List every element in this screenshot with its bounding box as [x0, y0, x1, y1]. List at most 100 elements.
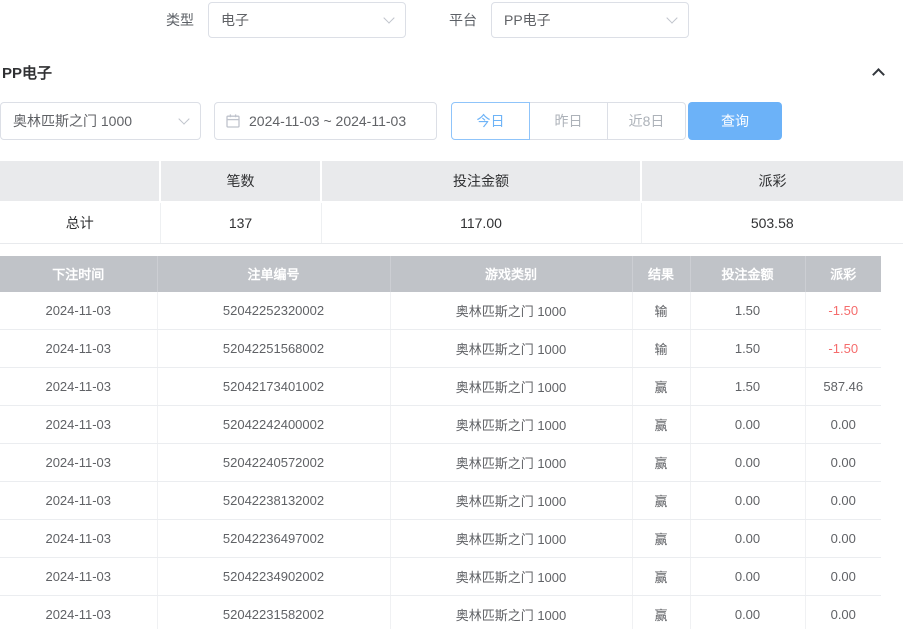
game-select-value: 奥林匹斯之门 1000	[13, 111, 132, 131]
cell-order-no: 52042234902002	[157, 558, 390, 596]
cell-bet-time: 2024-11-03	[0, 406, 157, 444]
cell-bet-amount: 0.00	[690, 406, 805, 444]
chevron-down-icon	[383, 12, 394, 23]
table-row: 2024-11-0352042252320002奥林匹斯之门 1000输1.50…	[0, 292, 881, 330]
cell-bet-amount: 0.00	[690, 482, 805, 520]
header-result: 结果	[632, 256, 690, 292]
bet-table-body: 2024-11-0352042252320002奥林匹斯之门 1000输1.50…	[0, 292, 881, 629]
cell-bet-time: 2024-11-03	[0, 330, 157, 368]
cell-bet-amount: 0.00	[690, 444, 805, 482]
summary-header-row: 笔数 投注金额 派彩	[0, 161, 903, 202]
summary-header-payout: 派彩	[641, 161, 903, 202]
cell-payout: 587.46	[805, 368, 881, 406]
summary-total-label: 总计	[0, 202, 160, 243]
header-game-category: 游戏类别	[390, 256, 632, 292]
summary-header-count: 笔数	[160, 161, 321, 202]
type-label: 类型	[166, 10, 194, 30]
cell-payout: 0.00	[805, 558, 881, 596]
chevron-down-icon	[666, 12, 677, 23]
quick-button-today[interactable]: 今日	[451, 102, 530, 140]
cell-payout: -1.50	[805, 292, 881, 330]
type-select-value: 电子	[221, 10, 249, 30]
cell-payout: 0.00	[805, 444, 881, 482]
cell-bet-time: 2024-11-03	[0, 596, 157, 629]
cell-result: 输	[632, 292, 690, 330]
cell-order-no: 52042240572002	[157, 444, 390, 482]
cell-order-no: 52042242400002	[157, 406, 390, 444]
query-bar: 奥林匹斯之门 1000 2024-11-03 ~ 2024-11-03 今日昨日…	[0, 102, 903, 140]
platform-select[interactable]: PP电子	[491, 2, 689, 38]
bet-table: 下注时间 注单编号 游戏类别 结果 投注金额 派彩 2024-11-035204…	[0, 256, 881, 629]
cell-game-category: 奥林匹斯之门 1000	[390, 482, 632, 520]
table-row: 2024-11-0352042238132002奥林匹斯之门 1000赢0.00…	[0, 482, 881, 520]
header-payout: 派彩	[805, 256, 881, 292]
cell-order-no: 52042236497002	[157, 520, 390, 558]
type-select[interactable]: 电子	[208, 2, 406, 38]
cell-bet-time: 2024-11-03	[0, 368, 157, 406]
cell-bet-time: 2024-11-03	[0, 292, 157, 330]
cell-payout: -1.50	[805, 330, 881, 368]
search-button[interactable]: 查询	[688, 102, 782, 140]
date-range-picker[interactable]: 2024-11-03 ~ 2024-11-03	[214, 102, 437, 140]
cell-payout: 0.00	[805, 406, 881, 444]
header-bet-amount: 投注金额	[690, 256, 805, 292]
cell-result: 赢	[632, 368, 690, 406]
cell-game-category: 奥林匹斯之门 1000	[390, 368, 632, 406]
cell-order-no: 52042231582002	[157, 596, 390, 629]
table-row: 2024-11-0352042234902002奥林匹斯之门 1000赢0.00…	[0, 558, 881, 596]
collapse-chevron-up-icon[interactable]	[872, 68, 885, 81]
cell-game-category: 奥林匹斯之门 1000	[390, 520, 632, 558]
quick-button-last8days[interactable]: 近8日	[607, 102, 686, 140]
table-row: 2024-11-0352042251568002奥林匹斯之门 1000输1.50…	[0, 330, 881, 368]
summary-total-row: 总计 137 117.00 503.58	[0, 202, 903, 243]
summary-header-bet-amount: 投注金额	[321, 161, 641, 202]
cell-payout: 0.00	[805, 520, 881, 558]
quick-button-yesterday[interactable]: 昨日	[529, 102, 608, 140]
header-bet-time: 下注时间	[0, 256, 157, 292]
cell-result: 赢	[632, 482, 690, 520]
cell-result: 赢	[632, 406, 690, 444]
cell-bet-amount: 1.50	[690, 292, 805, 330]
cell-game-category: 奥林匹斯之门 1000	[390, 596, 632, 629]
section-title: PP电子	[2, 62, 52, 83]
top-filter-row: 类型 电子 平台 PP电子	[0, 0, 903, 39]
cell-bet-time: 2024-11-03	[0, 482, 157, 520]
cell-bet-time: 2024-11-03	[0, 444, 157, 482]
table-row: 2024-11-0352042231582002奥林匹斯之门 1000赢0.00…	[0, 596, 881, 629]
table-row: 2024-11-0352042242400002奥林匹斯之门 1000赢0.00…	[0, 406, 881, 444]
summary-table: 笔数 投注金额 派彩 总计 137 117.00 503.58	[0, 161, 903, 244]
cell-game-category: 奥林匹斯之门 1000	[390, 558, 632, 596]
cell-order-no: 52042173401002	[157, 368, 390, 406]
header-order-no: 注单编号	[157, 256, 390, 292]
cell-bet-amount: 0.00	[690, 558, 805, 596]
cell-order-no: 52042252320002	[157, 292, 390, 330]
cell-bet-amount: 0.00	[690, 520, 805, 558]
summary-total-bet-amount: 117.00	[321, 202, 641, 243]
summary-header-empty	[0, 161, 160, 202]
platform-label: 平台	[449, 10, 477, 30]
platform-select-value: PP电子	[504, 10, 551, 30]
cell-game-category: 奥林匹斯之门 1000	[390, 406, 632, 444]
section-header: PP电子	[0, 63, 903, 81]
cell-order-no: 52042238132002	[157, 482, 390, 520]
game-select[interactable]: 奥林匹斯之门 1000	[0, 102, 201, 140]
cell-result: 输	[632, 330, 690, 368]
cell-game-category: 奥林匹斯之门 1000	[390, 330, 632, 368]
cell-result: 赢	[632, 444, 690, 482]
table-row: 2024-11-0352042173401002奥林匹斯之门 1000赢1.50…	[0, 368, 881, 406]
cell-bet-amount: 1.50	[690, 330, 805, 368]
cell-bet-amount: 1.50	[690, 368, 805, 406]
bet-table-header-row: 下注时间 注单编号 游戏类别 结果 投注金额 派彩	[0, 256, 881, 292]
cell-result: 赢	[632, 520, 690, 558]
cell-game-category: 奥林匹斯之门 1000	[390, 292, 632, 330]
date-range-value: 2024-11-03 ~ 2024-11-03	[249, 113, 406, 129]
summary-total-payout: 503.58	[641, 202, 903, 243]
cell-result: 赢	[632, 558, 690, 596]
quick-buttons: 今日昨日近8日	[451, 102, 686, 140]
cell-result: 赢	[632, 596, 690, 629]
report-page: 类型 电子 平台 PP电子 PP电子 奥林匹斯之门 1000 2024-1	[0, 0, 903, 629]
cell-payout: 0.00	[805, 482, 881, 520]
chevron-down-icon	[178, 113, 189, 124]
calendar-icon	[225, 113, 241, 129]
summary-total-count: 137	[160, 202, 321, 243]
